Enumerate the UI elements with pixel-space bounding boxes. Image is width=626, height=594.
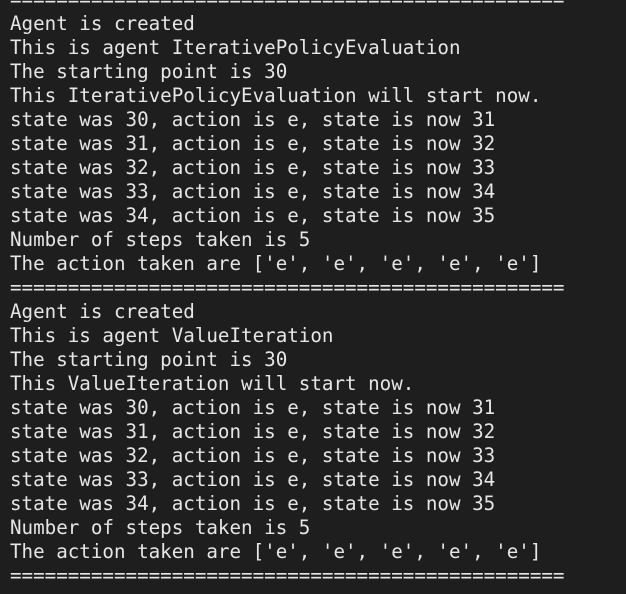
agent-block-2: Agent is created This is agent ValueIter… xyxy=(10,300,626,564)
output-line: Agent is created xyxy=(10,12,195,35)
output-line: Number of steps taken is 5 xyxy=(10,516,311,539)
output-line: state was 32, action is e, state is now … xyxy=(10,444,496,467)
terminal-output[interactable]: ========================================… xyxy=(0,0,626,587)
output-line: The action taken are ['e', 'e', 'e', 'e'… xyxy=(10,252,542,275)
output-line: state was 32, action is e, state is now … xyxy=(10,156,496,179)
output-line: state was 34, action is e, state is now … xyxy=(10,492,496,515)
output-line: This IterativePolicyEvaluation will star… xyxy=(10,84,542,107)
output-line: state was 33, action is e, state is now … xyxy=(10,180,496,203)
output-line: state was 33, action is e, state is now … xyxy=(10,468,496,491)
output-line: state was 31, action is e, state is now … xyxy=(10,420,496,443)
output-line: This is agent ValueIteration xyxy=(10,324,334,347)
output-line: This is agent IterativePolicyEvaluation xyxy=(10,36,461,59)
separator-line: ========================================… xyxy=(10,0,626,12)
output-line: The action taken are ['e', 'e', 'e', 'e'… xyxy=(10,540,542,563)
output-line: state was 31, action is e, state is now … xyxy=(10,132,496,155)
output-line: The starting point is 30 xyxy=(10,348,288,371)
output-line: The starting point is 30 xyxy=(10,60,288,83)
output-line: state was 34, action is e, state is now … xyxy=(10,204,496,227)
output-line: state was 30, action is e, state is now … xyxy=(10,108,496,131)
output-line: state was 30, action is e, state is now … xyxy=(10,396,496,419)
separator-line: ========================================… xyxy=(10,564,565,587)
agent-block-1: Agent is created This is agent Iterative… xyxy=(10,12,626,276)
separator-line: ========================================… xyxy=(10,276,565,299)
output-line: Agent is created xyxy=(10,300,195,323)
output-line: This ValueIteration will start now. xyxy=(10,372,415,395)
output-line: Number of steps taken is 5 xyxy=(10,228,311,251)
